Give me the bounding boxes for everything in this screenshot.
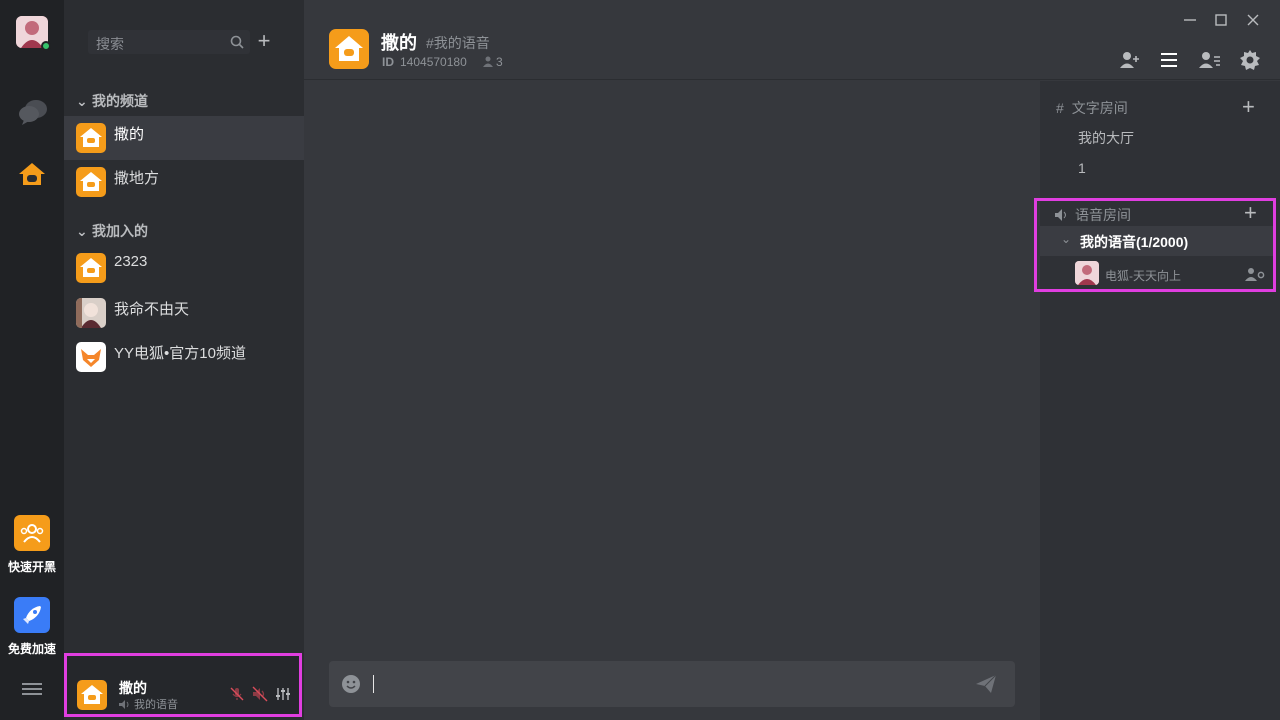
- text-room-item[interactable]: 1: [1078, 160, 1086, 176]
- speaker-icon: [1055, 209, 1066, 221]
- close-icon[interactable]: [1241, 8, 1265, 32]
- speaker-muted-icon[interactable]: [252, 686, 268, 702]
- voice-user-avatar[interactable]: [1075, 261, 1099, 285]
- mic-muted-icon[interactable]: [229, 686, 245, 702]
- house-icon: [329, 29, 369, 69]
- server-rail: 快速开黑 免费加速: [0, 0, 64, 720]
- home-icon[interactable]: [16, 158, 48, 190]
- channel-item[interactable]: 撒地方: [64, 160, 304, 204]
- voice-rooms-section: 语音房间 + ⌄ 我的语音(1/2000) 电狐-天天向上: [1034, 198, 1276, 292]
- hash-icon: #: [1056, 100, 1064, 116]
- free-boost-button[interactable]: [14, 597, 50, 633]
- free-boost-label[interactable]: 免费加速: [0, 640, 64, 657]
- channel-name: 2323: [114, 253, 148, 270]
- current-sub-channel: #我的语音: [426, 35, 490, 51]
- online-status-dot: [41, 41, 51, 51]
- emoji-icon[interactable]: [341, 674, 361, 694]
- user-settings-icon[interactable]: [1245, 267, 1265, 281]
- text-rooms-label: 文字房间: [1071, 100, 1128, 116]
- voice-rooms-header[interactable]: 语音房间: [1055, 205, 1131, 225]
- rocket-icon: [23, 606, 41, 624]
- maximize-icon[interactable]: [1209, 8, 1233, 32]
- member-icon: [483, 56, 493, 67]
- house-icon: [77, 680, 107, 710]
- speaker-icon: [119, 700, 129, 709]
- add-channel-button[interactable]: +: [254, 30, 274, 52]
- channel-name: 撒地方: [114, 170, 160, 187]
- channel-list-panel: 搜索 + ⌄ 我的频道 撒的 撒地方 ⌄ 我加入的 2323 我命不由天 YY电…: [64, 0, 304, 720]
- minimize-icon[interactable]: [1178, 8, 1202, 32]
- channel-id: 1404570180: [400, 55, 467, 69]
- channel-header: 撒的 #我的语音 ID 1404570180 3: [304, 0, 1280, 80]
- chevron-down-icon: ⌄: [76, 93, 88, 109]
- message-input[interactable]: [377, 671, 957, 697]
- joined-channels-label: 我加入的: [92, 223, 148, 239]
- text-room-item[interactable]: 我的大厅: [1078, 128, 1134, 148]
- channel-item[interactable]: 2323: [64, 246, 304, 290]
- channel-item[interactable]: YY电狐•官方10频道: [64, 335, 304, 379]
- channel-item[interactable]: 撒的: [64, 116, 304, 160]
- voice-user-name[interactable]: 电狐-天天向上: [1105, 267, 1181, 284]
- channel-item[interactable]: 我命不由天: [64, 291, 304, 335]
- message-composer: [329, 661, 1015, 707]
- list-icon[interactable]: [1157, 48, 1181, 72]
- chevron-down-icon: ⌄: [76, 223, 88, 239]
- message-area: [304, 81, 1040, 720]
- voice-room-label: 我的语音: [134, 699, 178, 711]
- page-title: 撒的: [381, 33, 417, 53]
- text-caret: [373, 675, 374, 693]
- id-label: ID: [382, 55, 394, 69]
- channel-name: 我命不由天: [114, 301, 190, 318]
- current-channel-name: 撒的: [119, 680, 147, 696]
- search-placeholder: 搜索: [96, 36, 124, 52]
- audio-settings-icon[interactable]: [275, 686, 291, 702]
- current-voice-room: 我的语音: [119, 696, 178, 712]
- quick-play-label[interactable]: 快速开黑: [0, 558, 64, 575]
- search-field[interactable]: 搜索: [88, 30, 250, 54]
- house-icon: [76, 123, 106, 153]
- voice-room-item[interactable]: ⌄ 我的语音(1/2000): [1040, 226, 1273, 256]
- member-count: 3: [496, 55, 503, 69]
- voice-room-name: 我的语音(1/2000): [1080, 234, 1189, 250]
- app-window: 快速开黑 免费加速 搜索 + ⌄ 我的频道 撒的 撒地方 ⌄ 我加入的 2323…: [0, 0, 1280, 720]
- quick-play-button[interactable]: [14, 515, 50, 551]
- chevron-down-icon: ⌄: [1061, 232, 1072, 246]
- room-panel: # 文字房间 + 我的大厅 1: [1040, 81, 1280, 720]
- member-list-icon[interactable]: [1198, 48, 1222, 72]
- my-channels-label: 我的频道: [92, 93, 148, 109]
- fox-icon: [76, 342, 106, 372]
- search-icon[interactable]: [230, 35, 244, 49]
- add-voice-room-button[interactable]: +: [1244, 202, 1257, 224]
- chat-icon[interactable]: [18, 98, 48, 126]
- users-icon: [20, 524, 44, 543]
- house-icon: [76, 167, 106, 197]
- gear-icon[interactable]: [1238, 48, 1262, 72]
- add-member-icon[interactable]: [1118, 48, 1142, 72]
- send-icon[interactable]: [975, 674, 997, 694]
- menu-icon[interactable]: [22, 682, 42, 695]
- house-icon: [76, 253, 106, 283]
- text-rooms-header[interactable]: # 文字房间: [1056, 98, 1128, 118]
- voice-rooms-label: 语音房间: [1075, 207, 1131, 223]
- channel-name: 撒的: [114, 126, 145, 143]
- channel-name: YY电狐•官方10频道: [114, 345, 246, 362]
- joined-channels-header[interactable]: ⌄ 我加入的: [76, 221, 148, 241]
- my-channels-header[interactable]: ⌄ 我的频道: [76, 91, 148, 111]
- add-text-room-button[interactable]: +: [1242, 96, 1255, 118]
- current-voice-bar: 撒的 我的语音: [64, 653, 302, 717]
- channel-avatar: [76, 298, 106, 328]
